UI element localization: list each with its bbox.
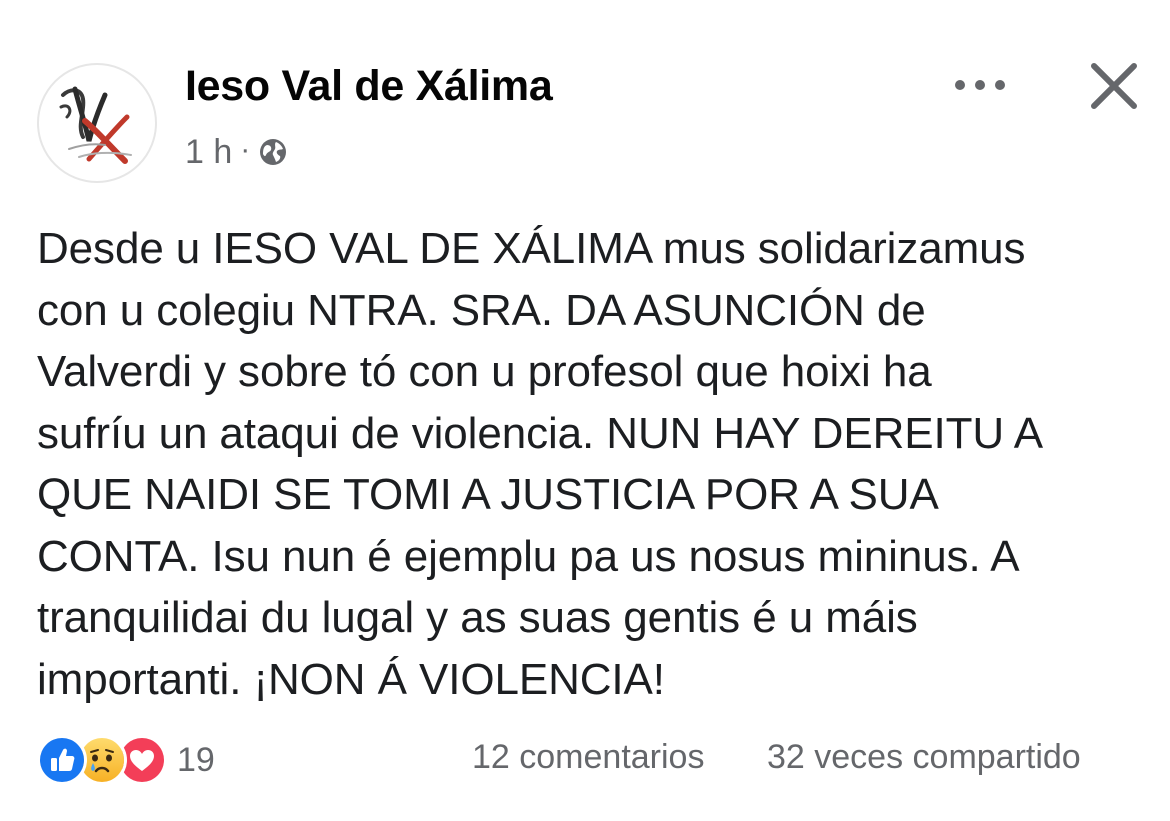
post-header: Ieso Val de Xálima 1 h · [0,0,1170,200]
more-options-icon [955,80,1005,90]
page-name[interactable]: Ieso Val de Xálima [185,62,553,111]
close-button[interactable] [1080,52,1148,120]
globe-icon [258,137,288,167]
post-text-line: Valverdi y sobre tó con u profesol que h… [37,347,932,396]
post-time[interactable]: 1 h [185,133,232,172]
post-text-line: CONTA. Isu nun é ejemplu pa us nosus min… [37,531,1020,581]
like-icon [37,735,87,785]
post-text-line: importanti. ¡NON Á VIOLENCIA! [37,654,665,704]
more-options-button[interactable] [940,60,1020,110]
post-body: Desde u IESO VAL DE XÁLIMA mus solidariz… [37,218,1147,710]
post-text-line: tranquilidai du lugal y as suas gentis é… [37,593,918,642]
close-icon [1091,63,1137,109]
post-text-line: QUE NAIDI SE TOMI A JUSTICIA POR A SUA [37,470,939,519]
post-text-line: Desde u IESO VAL DE XÁLIMA mus solidariz… [37,224,1026,273]
post-text-line: sufríu un ataqui de violencia. NUN HAY D… [37,408,1044,458]
post-text-line: con u colegiu NTRA. SRA. DA ASUNCIÓN de [37,285,926,335]
page-logo [59,86,132,164]
post-footer: 19 12 comentarios 32 veces compartido [0,730,1170,790]
reaction-count: 19 [177,740,215,779]
meta-separator: · [240,133,251,166]
reactions-summary[interactable]: 19 [37,735,215,785]
shares-link[interactable]: 32 veces compartido [767,738,1081,777]
comments-link[interactable]: 12 comentarios [472,738,704,777]
post-meta: 1 h · [185,130,288,174]
page-avatar[interactable] [37,63,157,183]
